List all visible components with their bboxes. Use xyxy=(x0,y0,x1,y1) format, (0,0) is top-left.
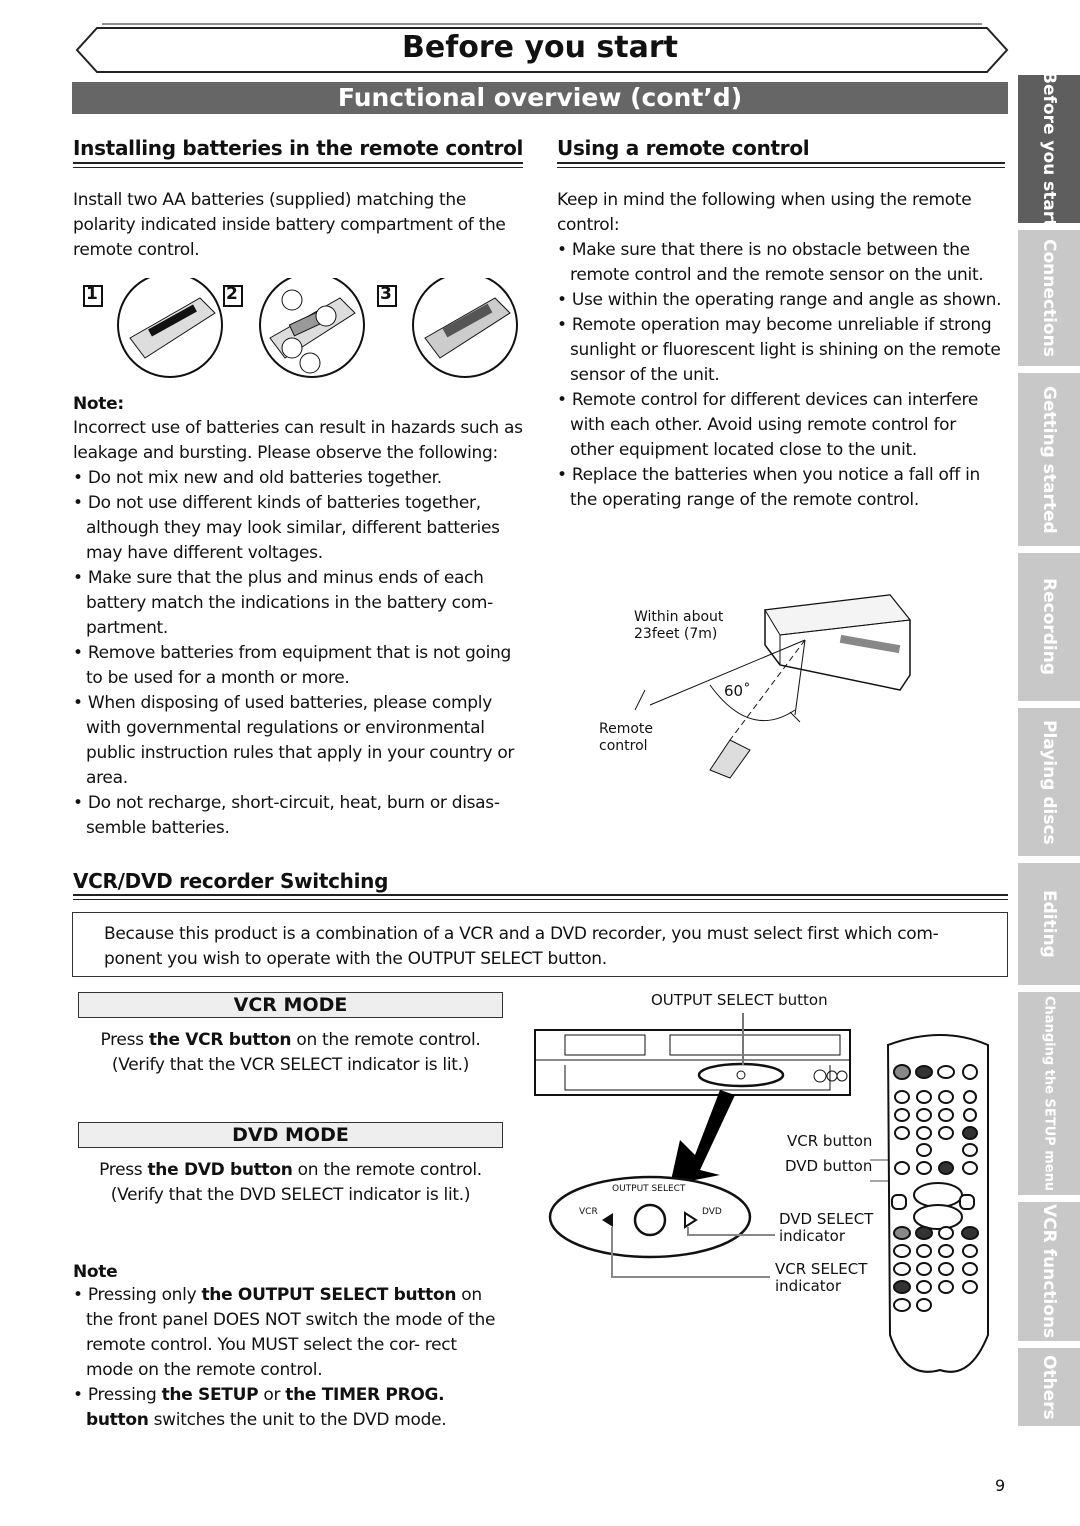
switching-heading: VCR/DVD recorder Switching xyxy=(73,869,389,893)
switching-intro: Because this product is a combination of… xyxy=(104,924,939,969)
dvd-select-indicator-label: DVD SELECT indicator xyxy=(779,1210,874,1245)
remote-intro: Keep in mind the following when using th… xyxy=(557,190,972,235)
range-label: Within about 23feet (7m) xyxy=(634,609,724,642)
note-label: Note: xyxy=(73,394,124,414)
list-item: • Do not use different kinds of batterie… xyxy=(73,493,500,563)
remote-heading: Using a remote control xyxy=(557,136,810,160)
list-item: • Remote operation may become unreliable… xyxy=(557,315,1001,385)
dvd-mode-instruction: Press the DVD button on the remote contr… xyxy=(99,1160,482,1205)
note-intro: Incorrect use of batteries can result in… xyxy=(73,418,523,463)
list-item: • Make sure that the plus and minus ends… xyxy=(73,568,493,638)
tab-vcr-functions[interactable]: VCR functions xyxy=(1018,1202,1080,1341)
output-select-button-label: OUTPUT SELECT button xyxy=(651,991,828,1009)
dvd-indicator-label: DVD xyxy=(702,1207,722,1217)
page-number: 9 xyxy=(995,1476,1006,1495)
dvd-mode-title: DVD MODE xyxy=(78,1122,503,1148)
tab-before-you-start[interactable]: Before you start xyxy=(1018,71,1080,227)
step-2: 2 xyxy=(226,284,238,304)
output-select-label: OUTPUT SELECT xyxy=(612,1184,686,1194)
step-1: 1 xyxy=(86,284,98,304)
tab-editing[interactable]: Editing xyxy=(1018,863,1080,985)
batteries-intro: Install two AA batteries (supplied) matc… xyxy=(73,190,506,260)
tab-playing-discs[interactable]: Playing discs xyxy=(1018,708,1080,856)
batteries-heading: Installing batteries in the remote contr… xyxy=(73,136,524,160)
dvd-button-label: DVD button xyxy=(785,1157,873,1175)
vcr-mode-instruction: Press the VCR button on the remote contr… xyxy=(100,1030,481,1075)
tab-getting-started[interactable]: Getting started xyxy=(1018,373,1080,546)
battery-warnings: • Do not mix new and old batteries toget… xyxy=(73,466,528,841)
list-item: • Use within the operating range and ang… xyxy=(557,290,1002,310)
list-item: • Make sure that there is no obstacle be… xyxy=(557,240,984,285)
remote-tips: • Make sure that there is no obstacle be… xyxy=(557,238,1002,513)
section-title: Functional overview (cont’d) xyxy=(337,83,743,112)
tab-others[interactable]: Others xyxy=(1018,1348,1080,1426)
page-title: Before you start xyxy=(401,30,678,65)
step-3: 3 xyxy=(380,284,392,304)
list-item: • Do not mix new and old batteries toget… xyxy=(73,468,442,488)
vcr-button-label: VCR button xyxy=(787,1132,873,1150)
list-item: • Do not recharge, short-circuit, heat, … xyxy=(73,793,500,838)
tab-recording[interactable]: Recording xyxy=(1018,553,1080,701)
list-item: • Replace the batteries when you notice … xyxy=(557,465,980,510)
tab-connections[interactable]: Connections xyxy=(1018,230,1080,366)
battery-installation-illustration xyxy=(83,278,518,378)
tab-setup-menu[interactable]: Changing the SETUP menu xyxy=(1018,992,1080,1195)
list-item: • Pressing only the OUTPUT SELECT button… xyxy=(73,1285,496,1380)
list-item: • Remove batteries from equipment that i… xyxy=(73,643,511,688)
vcr-indicator-label: VCR xyxy=(579,1207,598,1217)
list-item: • When disposing of used batteries, plea… xyxy=(73,693,515,788)
switching-note-label: Note xyxy=(73,1262,118,1282)
vcr-select-indicator-label: VCR SELECT indicator xyxy=(775,1260,868,1295)
vcr-mode-title: VCR MODE xyxy=(78,992,503,1018)
remote-label: Remote control xyxy=(599,721,654,754)
list-item: • Remote control for different devices c… xyxy=(557,390,978,460)
list-item: • Pressing the SETUP or the TIMER PROG. … xyxy=(73,1385,447,1430)
output-select-diagram xyxy=(534,1013,989,1373)
angle-label: 60˚ xyxy=(724,682,751,700)
switching-notes: • Pressing only the OUTPUT SELECT button… xyxy=(73,1283,508,1433)
